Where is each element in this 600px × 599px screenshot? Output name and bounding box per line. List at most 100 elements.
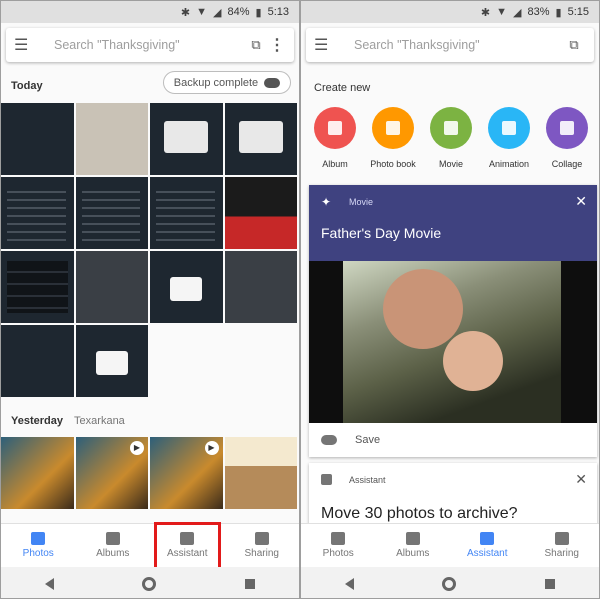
photos-icon	[331, 532, 346, 545]
home-icon[interactable]	[442, 576, 457, 591]
nav-sharing[interactable]: Sharing	[525, 524, 600, 567]
create-photo-book-button[interactable]: Photo book	[370, 107, 416, 169]
system-navigation-bar	[301, 567, 599, 598]
video-thumbnail[interactable]	[150, 437, 223, 509]
create-new-row: Album Photo book Movie Animation Collage	[314, 107, 598, 169]
photo-thumbnail[interactable]	[75, 325, 148, 397]
search-bar[interactable]: ☰ Search "Thanksgiving" ⧉	[306, 28, 594, 62]
nav-albums[interactable]: Albums	[376, 524, 451, 567]
battery-icon: ▮	[255, 6, 262, 19]
cloud-download-icon	[321, 435, 337, 445]
photo-thumbnail[interactable]	[1, 325, 74, 397]
video-thumbnail[interactable]	[75, 437, 148, 509]
search-bar[interactable]: ☰ Search "Thanksgiving" ⧉ ⋮	[6, 28, 294, 62]
photo-thumbnail[interactable]	[224, 251, 297, 323]
system-navigation-bar	[1, 567, 299, 598]
create-new-heading: Create new	[314, 82, 371, 94]
father-and-son-photo	[343, 261, 561, 423]
photo-thumbnail[interactable]	[150, 177, 223, 249]
search-input[interactable]: Search "Thanksgiving"	[340, 38, 562, 52]
recents-icon[interactable]	[544, 578, 555, 589]
backup-status-label: Backup complete	[173, 76, 259, 89]
photo-thumbnail[interactable]	[75, 251, 148, 323]
nav-assistant[interactable]: Assistant	[450, 524, 525, 567]
yesterday-photo-grid	[1, 437, 299, 509]
section-location: Texarkana	[74, 415, 125, 427]
section-today: Today	[11, 80, 43, 92]
create-movie-label: Movie	[438, 159, 463, 169]
photo-thumbnail[interactable]	[150, 251, 223, 323]
photo-thumbnail[interactable]	[75, 177, 148, 249]
wifi-icon: ▼	[496, 6, 508, 18]
nav-photos[interactable]: Photos	[301, 524, 376, 567]
photo-thumbnail[interactable]	[1, 437, 74, 509]
photo-thumbnail[interactable]	[1, 251, 74, 323]
create-animation-button[interactable]: Animation	[488, 107, 530, 169]
home-icon[interactable]	[142, 576, 157, 591]
movie-card[interactable]: ✦ Movie ✕ Father's Day Movie Save	[309, 185, 597, 457]
photo-thumbnail[interactable]	[224, 103, 297, 175]
album-icon	[314, 107, 356, 149]
clock: 5:13	[267, 6, 289, 18]
movie-preview-image[interactable]	[309, 261, 597, 423]
photo-thumbnail[interactable]	[150, 103, 223, 175]
back-icon[interactable]	[45, 577, 55, 590]
create-animation-label: Animation	[488, 159, 530, 169]
nav-albums[interactable]: Albums	[76, 524, 151, 567]
nav-sharing[interactable]: Sharing	[225, 524, 300, 567]
nav-albums-label: Albums	[396, 548, 430, 559]
nav-photos[interactable]: Photos	[1, 524, 76, 567]
signal-icon: ◢	[213, 6, 222, 19]
photo-thumbnail[interactable]	[1, 177, 74, 249]
photo-thumbnail[interactable]	[224, 177, 297, 249]
assistant-card[interactable]: Assistant ✕ Move 30 photos to archive?	[309, 463, 597, 527]
photo-book-icon	[372, 107, 414, 149]
nav-sharing-label: Sharing	[244, 548, 279, 559]
battery-icon: ▮	[555, 6, 562, 19]
battery-level: 83%	[527, 6, 550, 18]
menu-icon[interactable]: ☰	[14, 35, 40, 55]
nav-albums-label: Albums	[96, 548, 130, 559]
more-options-icon[interactable]: ⋮	[268, 35, 286, 55]
nav-assistant[interactable]: Assistant	[150, 522, 225, 573]
albums-icon	[405, 532, 420, 545]
today-photo-grid	[1, 103, 299, 397]
bluetooth-icon: ✱	[480, 6, 491, 19]
movie-card-title: Father's Day Movie	[321, 225, 442, 241]
bluetooth-icon: ✱	[180, 6, 191, 19]
create-photo-book-label: Photo book	[370, 159, 416, 169]
photos-icon	[31, 532, 46, 545]
save-label: Save	[355, 434, 381, 446]
nav-photos-label: Photos	[22, 548, 54, 559]
assistant-card-title: Move 30 photos to archive?	[321, 505, 518, 522]
cast-icon[interactable]: ⧉	[244, 37, 268, 53]
backup-status-chip[interactable]: Backup complete	[163, 71, 291, 94]
close-icon[interactable]: ✕	[575, 193, 587, 210]
back-icon[interactable]	[345, 577, 355, 590]
save-button[interactable]: Save	[309, 423, 597, 457]
search-input[interactable]: Search "Thanksgiving"	[40, 38, 244, 52]
collage-icon	[546, 107, 588, 149]
status-bar: ✱ ▼ ◢ 83% ▮ 5:15	[301, 1, 599, 23]
photo-thumbnail[interactable]	[1, 103, 74, 175]
create-album-button[interactable]: Album	[314, 107, 356, 169]
section-yesterday: Yesterday Texarkana	[11, 415, 125, 427]
photo-thumbnail[interactable]	[75, 103, 148, 175]
battery-level: 84%	[227, 6, 250, 18]
nav-assistant-label: Assistant	[466, 548, 508, 559]
create-collage-label: Collage	[551, 159, 583, 169]
recents-icon[interactable]	[244, 578, 255, 589]
cloud-check-icon	[264, 77, 281, 88]
create-movie-button[interactable]: Movie	[430, 107, 472, 169]
assistant-icon	[321, 474, 332, 485]
movie-icon	[430, 107, 472, 149]
cast-icon[interactable]: ⧉	[562, 37, 586, 53]
photo-thumbnail[interactable]	[224, 437, 297, 509]
create-collage-button[interactable]: Collage	[546, 107, 588, 169]
signal-icon: ◢	[513, 6, 522, 19]
menu-icon[interactable]: ☰	[314, 35, 340, 55]
assistant-card-tag: Assistant	[349, 475, 386, 485]
sparkle-icon: ✦	[321, 195, 332, 209]
nav-photos-label: Photos	[322, 548, 354, 559]
close-icon[interactable]: ✕	[575, 471, 587, 488]
